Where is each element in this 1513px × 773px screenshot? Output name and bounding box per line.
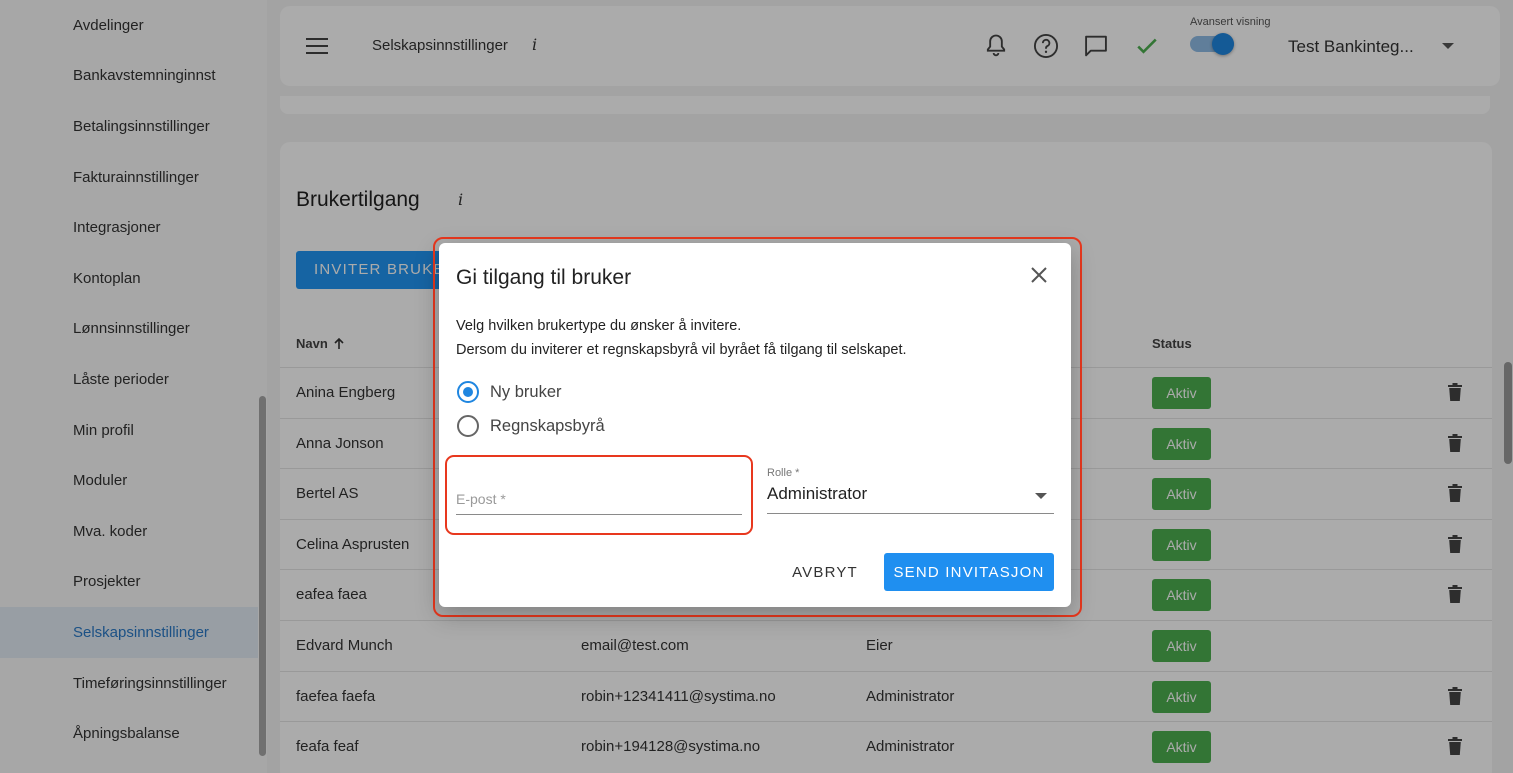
send-invitation-button[interactable]: SEND INVITASJON [884, 553, 1054, 591]
radio-label: Regnskapsbyrå [490, 416, 605, 435]
dialog-description: Velg hvilken brukertype du ønsker å invi… [456, 314, 907, 362]
dialog-description-line1: Velg hvilken brukertype du ønsker å invi… [456, 318, 742, 334]
radio-ny-bruker[interactable]: Ny bruker [456, 381, 562, 403]
dialog-description-line2: Dersom du inviterer et regnskapsbyrå vil… [456, 342, 907, 358]
radio-label: Ny bruker [490, 382, 562, 401]
cancel-button[interactable]: AVBRYT [781, 553, 869, 591]
email-field[interactable] [456, 475, 742, 515]
radio-button[interactable] [457, 415, 479, 437]
role-value: Administrator [767, 484, 868, 503]
invite-user-dialog: Gi tilgang til bruker Velg hvilken bruke… [439, 243, 1071, 607]
chevron-down-icon[interactable] [1035, 493, 1047, 499]
role-label: Rolle * [767, 467, 800, 479]
radio-button-checked[interactable] [457, 381, 479, 403]
dialog-title: Gi tilgang til bruker [456, 266, 632, 289]
role-select[interactable]: Rolle * Administrator [767, 467, 1054, 514]
radio-regnskapsbyra[interactable]: Regnskapsbyrå [456, 415, 605, 437]
close-icon[interactable] [1027, 263, 1051, 287]
